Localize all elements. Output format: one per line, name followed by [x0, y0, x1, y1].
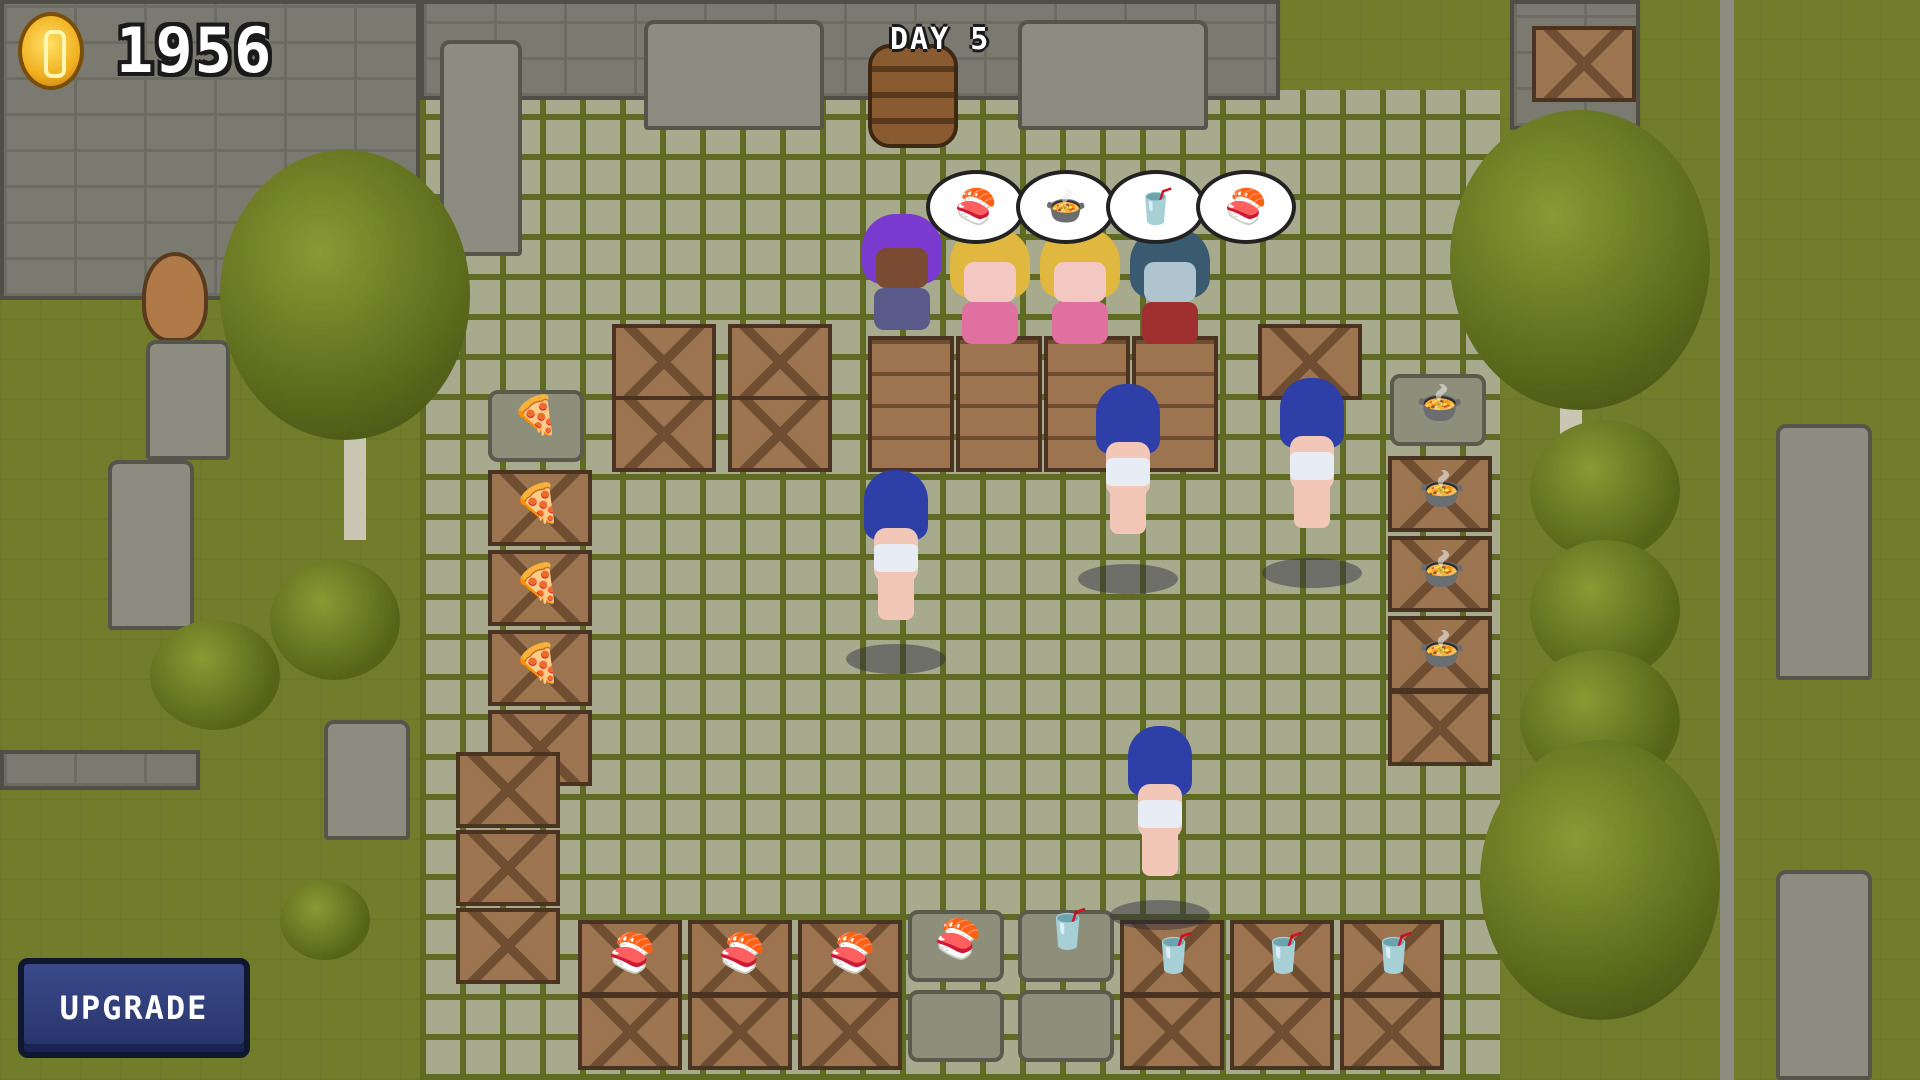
- tree-right-top: [1450, 110, 1710, 410]
- pizza-icon: 🍕: [514, 561, 562, 605]
- drink-icon: 🥤: [1370, 931, 1418, 975]
- sushi-icon: 🍣: [934, 917, 982, 961]
- crate: [456, 830, 560, 906]
- order-bubble: 🍣: [1196, 170, 1296, 244]
- coin-count: 1956: [116, 14, 274, 87]
- sushi-icon: 🍣: [608, 931, 656, 975]
- customer-masked[interactable]: [1130, 228, 1210, 348]
- clay-pot: [142, 252, 208, 342]
- soup-icon: 🍲: [1418, 547, 1466, 591]
- drink-icon: 🥤: [1134, 187, 1178, 227]
- worker-girl-2[interactable]: [1078, 384, 1178, 594]
- order-bubble: 🍲: [1016, 170, 1116, 244]
- ruin-wall: [0, 750, 200, 790]
- soup-icon: 🍲: [1416, 381, 1464, 425]
- order-bubble: 🥤: [1106, 170, 1206, 244]
- drink-icon: 🥤: [1260, 931, 1308, 975]
- pizza-icon: 🍕: [512, 393, 560, 437]
- stone-bench-right: [1018, 20, 1208, 130]
- sushi-icon: 🍣: [954, 187, 998, 227]
- serving-counter-1[interactable]: [868, 336, 954, 472]
- pizza-icon: 🍕: [514, 641, 562, 685]
- soup-icon: 🍲: [1044, 187, 1088, 227]
- customer-blonde-2[interactable]: [1040, 228, 1120, 348]
- drink-icon: 🥤: [1044, 907, 1092, 951]
- stone-column-1: [1776, 424, 1872, 680]
- stone-edge-right: [1720, 0, 1734, 1080]
- sushi-icon: 🍣: [718, 931, 766, 975]
- crate: [1230, 994, 1334, 1070]
- crate: [612, 396, 716, 472]
- soup-icon: 🍲: [1418, 467, 1466, 511]
- customer-purple-hair[interactable]: [862, 214, 942, 334]
- crate: [1388, 690, 1492, 766]
- soup-icon: 🍲: [1418, 627, 1466, 671]
- gravestone-3: [324, 720, 410, 840]
- order-bubble: 🍣: [926, 170, 1026, 244]
- empty-slot[interactable]: [1018, 990, 1114, 1062]
- tree-left: [220, 150, 470, 440]
- crate: [688, 994, 792, 1070]
- crate: [578, 994, 682, 1070]
- worker-girl-1[interactable]: [846, 470, 946, 674]
- crate: [1120, 994, 1224, 1070]
- pizza-icon: 🍕: [514, 481, 562, 525]
- stone-bench-left: [644, 20, 824, 130]
- worker-girl-3[interactable]: [1262, 378, 1362, 588]
- serving-counter-2[interactable]: [956, 336, 1042, 472]
- crate-corner: [1532, 26, 1636, 102]
- crate: [1340, 994, 1444, 1070]
- sushi-icon: 🍣: [828, 931, 876, 975]
- bush: [150, 620, 280, 730]
- upgrade-button[interactable]: UPGRADE: [18, 958, 250, 1058]
- bush: [1530, 420, 1680, 560]
- day-label: DAY 5: [890, 22, 991, 57]
- crate: [456, 908, 560, 984]
- crate: [728, 396, 832, 472]
- worker-girl-4[interactable]: [1110, 726, 1210, 930]
- bush: [270, 560, 400, 680]
- gravestone-2: [108, 460, 194, 630]
- customer-blonde-1[interactable]: [950, 228, 1030, 348]
- gravestone-1: [146, 340, 230, 460]
- barrel: [868, 44, 958, 148]
- drink-icon: 🥤: [1150, 931, 1198, 975]
- crate: [612, 324, 716, 400]
- crate: [798, 994, 902, 1070]
- tree-right-bottom: [1480, 740, 1720, 1020]
- crate: [728, 324, 832, 400]
- coin-icon: [18, 12, 84, 90]
- stone-column-2: [1776, 870, 1872, 1080]
- sushi-icon: 🍣: [1224, 187, 1268, 227]
- bush: [280, 880, 370, 960]
- crate: [456, 752, 560, 828]
- empty-slot[interactable]: [908, 990, 1004, 1062]
